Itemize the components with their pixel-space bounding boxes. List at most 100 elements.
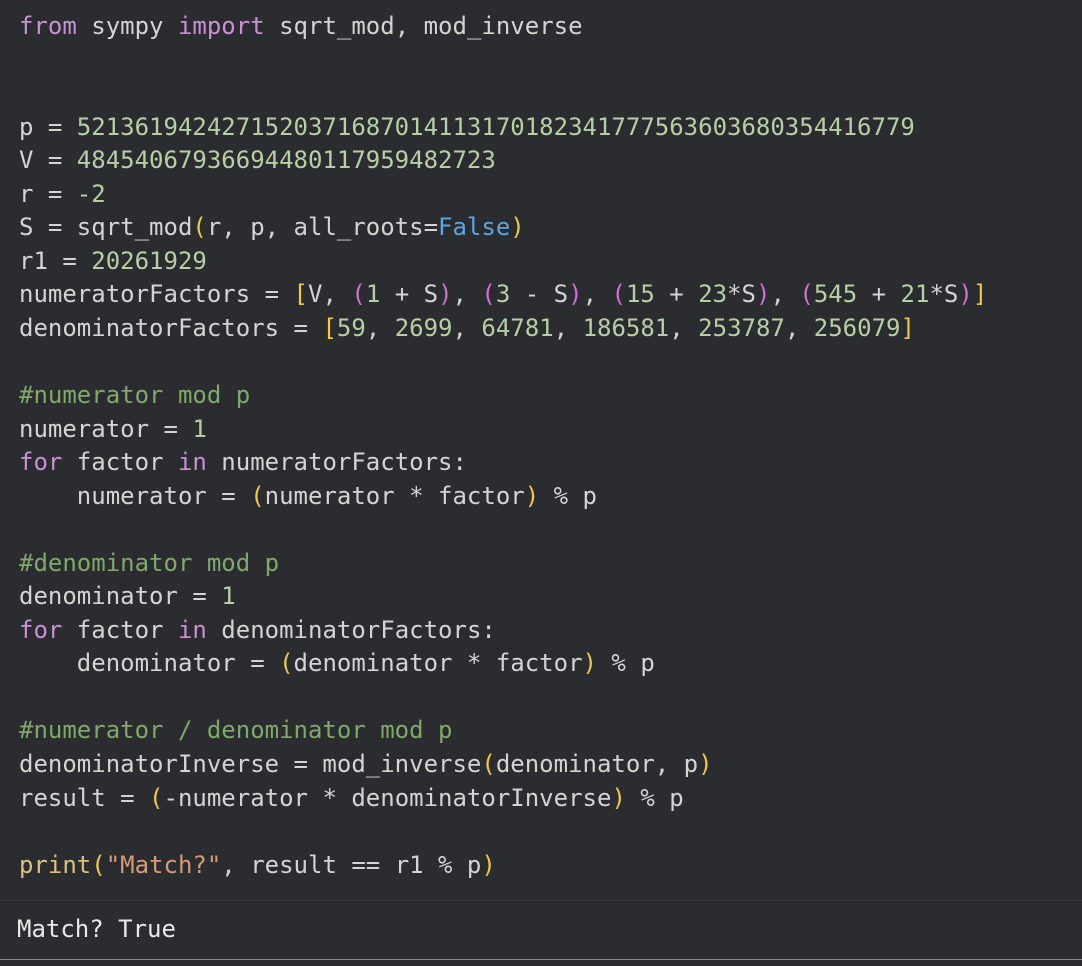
- code-token-id: denominator =: [19, 582, 222, 611]
- code-token-b2: ): [958, 280, 973, 309]
- code-token-id: *S: [929, 280, 959, 309]
- code-token-num: 1: [221, 582, 236, 611]
- code-token-id: V =: [19, 146, 77, 175]
- code-token-id: p =: [19, 112, 77, 141]
- code-token-b1: ): [510, 213, 525, 242]
- code-token-num: 23: [698, 280, 728, 309]
- code-token-num: 1: [192, 414, 207, 443]
- output-text: Match? True: [17, 915, 176, 943]
- code-token-b2: (: [351, 280, 366, 309]
- code-token-b1: [: [293, 280, 308, 309]
- code-token-b1: ]: [900, 313, 915, 342]
- code-token-num: 59: [336, 313, 366, 342]
- code-line: denominator = (denominator * factor) % p: [19, 647, 987, 681]
- code-line: V = 48454067936694480117959482723: [19, 144, 987, 178]
- code-token-b1: ): [611, 783, 626, 812]
- code-token-id: *S: [727, 280, 757, 309]
- code-token-b2: (: [611, 280, 626, 309]
- code-token-id: denominator, p: [495, 750, 699, 779]
- code-line: ​: [19, 513, 987, 547]
- code-token-id: numerator =: [19, 481, 251, 510]
- code-token-id: + S: [380, 280, 439, 309]
- code-token-id: numerator =: [19, 414, 193, 443]
- code-token-id: factor: [62, 448, 178, 477]
- code-token-id: r, p, all_roots=: [206, 213, 439, 242]
- code-token-num: 253787: [698, 313, 785, 342]
- code-line: #denominator mod p: [19, 547, 987, 581]
- code-token-id: , result == r1 % p: [221, 850, 482, 879]
- code-token-id: denominatorFactors =: [19, 313, 323, 342]
- code-token-b2: ): [568, 280, 583, 309]
- code-token-num: 2699: [394, 313, 453, 342]
- code-token-id: ,: [582, 280, 612, 309]
- code-token-id: numeratorFactors:: [206, 448, 467, 477]
- code-line: r = -2: [19, 178, 987, 212]
- code-token-num: -2: [76, 179, 106, 208]
- code-line: S = sqrt_mod(r, p, all_roots=False): [19, 211, 987, 245]
- code-token-id: result =: [19, 783, 150, 812]
- code-token-kw: in: [177, 615, 207, 644]
- code-token-num: 545: [813, 280, 858, 309]
- code-token-id: % p: [625, 783, 684, 812]
- code-token-id: denominatorInverse = mod_inverse: [19, 750, 482, 779]
- code-token-b1: (: [91, 850, 106, 879]
- code-token-num: 20261929: [91, 246, 207, 275]
- code-token-id: denominatorFactors:: [206, 615, 496, 644]
- code-line: ​: [19, 77, 987, 111]
- code-line: print("Match?", result == r1 % p): [19, 849, 987, 883]
- code-token-b2: (: [799, 280, 814, 309]
- code-line: r1 = 20261929: [19, 245, 987, 279]
- code-token-kw: from: [19, 12, 77, 40]
- code-token-id: sqrt_mod, mod_inverse: [264, 12, 583, 40]
- code-token-kw: in: [177, 448, 207, 477]
- code-token-id: ,: [784, 313, 814, 342]
- code-token-b2: (: [481, 280, 496, 309]
- code-line: #numerator / denominator mod p: [19, 714, 987, 748]
- code-token-id: % p: [596, 649, 655, 678]
- output-panel: Match? True: [0, 900, 1082, 960]
- code-line: numerator = (numerator * factor) % p: [19, 480, 987, 514]
- code-token-num: 3: [495, 280, 511, 309]
- code-token-id: denominator =: [19, 649, 280, 678]
- code-token-id: - S: [510, 280, 569, 309]
- code-token-id: ,: [365, 313, 395, 342]
- code-token-cmt: #denominator mod p: [19, 548, 280, 577]
- code-token-b1: (: [250, 481, 265, 510]
- code-block[interactable]: from sympy import sqrt_mod, mod_inverse​…: [19, 10, 987, 882]
- code-line: #numerator mod p: [19, 379, 987, 413]
- code-token-id: +: [654, 280, 699, 309]
- code-token-num: 48454067936694480117959482723: [76, 146, 496, 175]
- code-token-num: 21: [900, 280, 930, 309]
- code-token-id: r =: [19, 179, 77, 208]
- code-line: for factor in numeratorFactors:: [19, 446, 987, 480]
- code-token-bi: print: [19, 850, 92, 879]
- code-token-id: S = sqrt_mod: [19, 213, 193, 242]
- code-editor[interactable]: from sympy import sqrt_mod, mod_inverse​…: [0, 0, 1082, 900]
- code-token-kw: for: [19, 615, 63, 644]
- code-token-num: 186581: [582, 313, 670, 342]
- code-line: numeratorFactors = [V, (1 + S), (3 - S),…: [19, 278, 987, 312]
- code-line: p = 521361942427152037168701411317018234…: [19, 111, 987, 145]
- code-token-bool: False: [438, 213, 511, 242]
- code-line: numerator = 1: [19, 413, 987, 447]
- code-token-b1: ): [524, 481, 540, 510]
- code-token-b1: (: [481, 750, 496, 779]
- code-token-id: -numerator * denominatorInverse: [163, 783, 612, 812]
- code-token-id: numeratorFactors =: [19, 280, 294, 309]
- code-token-b1: ): [698, 750, 713, 779]
- code-line: result = (-numerator * denominatorInvers…: [19, 782, 987, 816]
- code-token-id: ,: [553, 313, 583, 342]
- code-line: ​: [19, 815, 987, 849]
- code-token-b1: (: [279, 649, 294, 678]
- code-token-num: 15: [625, 280, 655, 309]
- code-token-b1: (: [149, 783, 164, 812]
- code-token-num: 5213619424271520371687014113170182341777…: [76, 112, 915, 141]
- code-token-id: sympy: [76, 12, 178, 40]
- code-token-b1: ): [481, 850, 496, 879]
- code-line: denominatorFactors = [59, 2699, 64781, 1…: [19, 312, 987, 346]
- code-line: ​: [19, 345, 987, 379]
- code-line: for factor in denominatorFactors:: [19, 614, 987, 648]
- code-token-num: 1: [365, 280, 381, 309]
- code-token-b1: [: [322, 313, 337, 342]
- code-token-b1: ]: [972, 280, 988, 309]
